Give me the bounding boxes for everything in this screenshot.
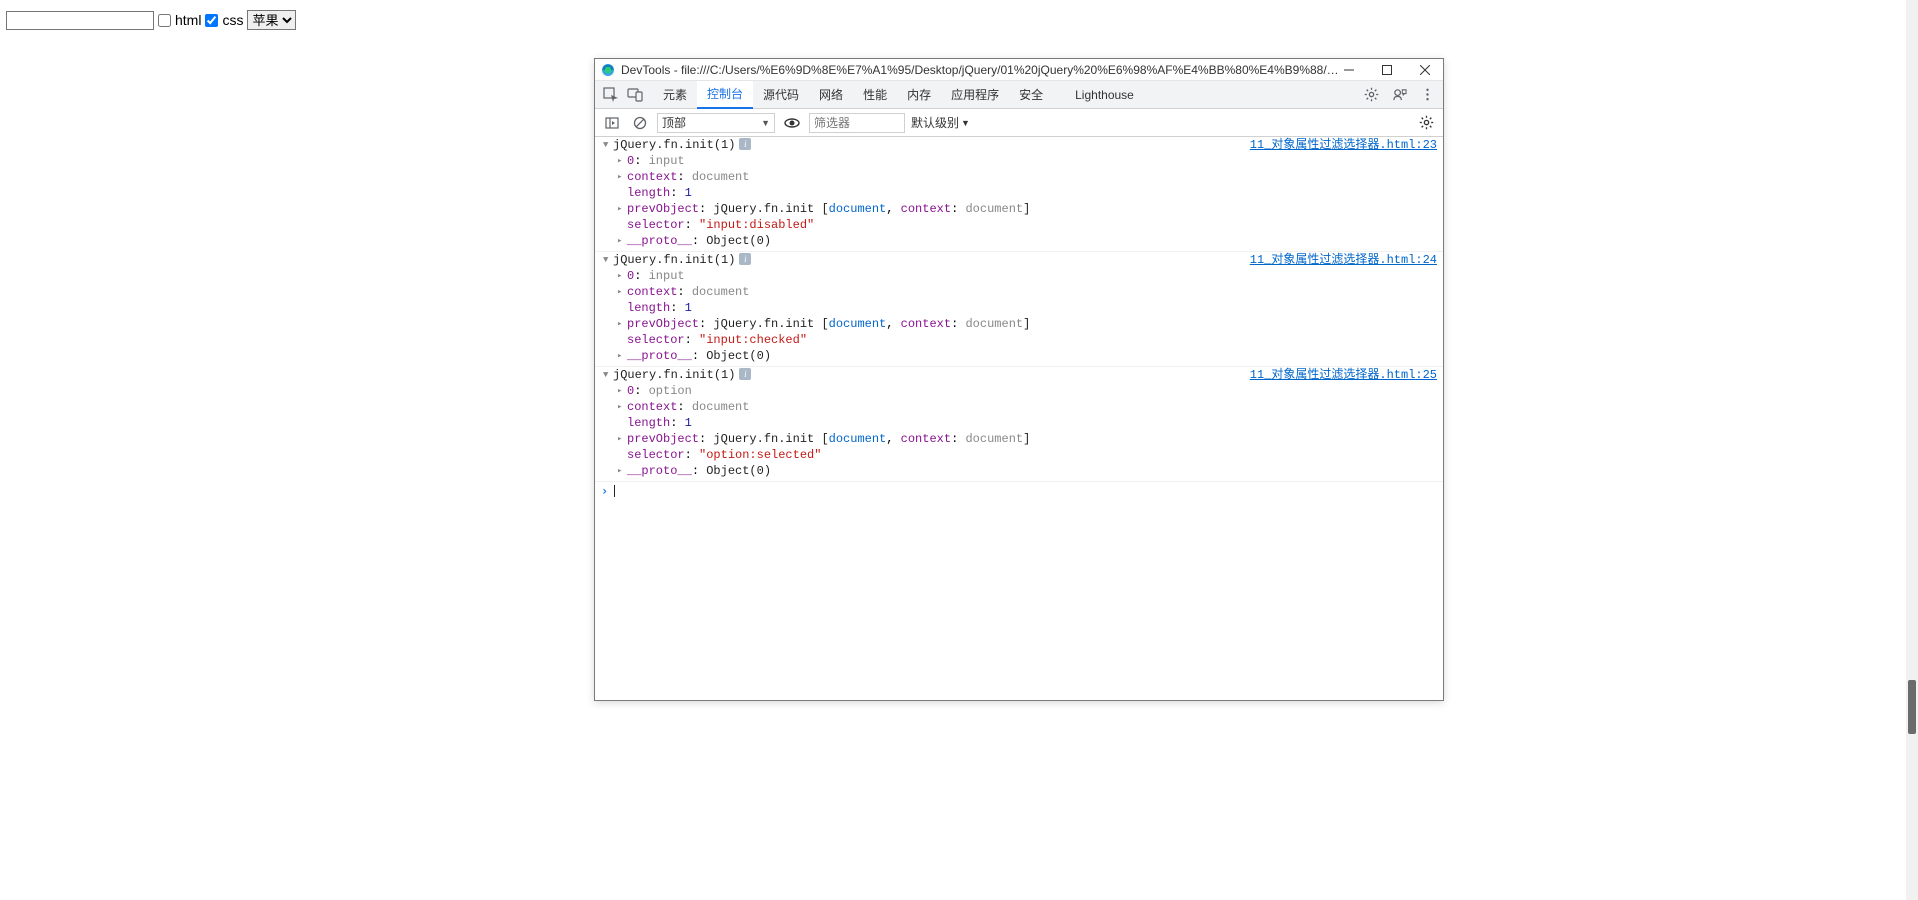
tab-console[interactable]: 控制台 — [697, 81, 753, 109]
expand-arrow-icon[interactable]: ▼ — [603, 368, 613, 382]
fruit-select[interactable]: 苹果 — [247, 10, 296, 30]
device-toggle-icon[interactable] — [623, 83, 647, 107]
console-log-group: ▼jQuery.fn.init(1)11_对象属性过滤选择器.html:24▸0… — [595, 252, 1443, 367]
info-badge-icon — [739, 368, 751, 380]
expand-arrow-icon[interactable]: ▸ — [617, 400, 627, 414]
console-toolbar: 顶部 ▼ 默认级别 ▼ — [595, 109, 1443, 137]
tab-sources[interactable]: 源代码 — [753, 81, 809, 109]
context-selector[interactable]: 顶部 ▼ — [657, 113, 775, 133]
source-link[interactable]: 11_对象属性过滤选择器.html:23 — [1240, 138, 1437, 152]
devtools-window: DevTools - file:///C:/Users/%E6%9D%8E%E7… — [594, 58, 1444, 701]
log-levels-dropdown[interactable]: 默认级别 ▼ — [911, 114, 970, 131]
devtools-title: DevTools - file:///C:/Users/%E6%9D%8E%E7… — [621, 63, 1341, 77]
console-output[interactable]: ▼jQuery.fn.init(1)11_对象属性过滤选择器.html:23▸0… — [595, 137, 1443, 700]
window-minimize-button[interactable] — [1341, 62, 1357, 78]
more-menu-icon[interactable] — [1415, 83, 1439, 107]
console-log-group: ▼jQuery.fn.init(1)11_对象属性过滤选择器.html:25▸0… — [595, 367, 1443, 482]
tab-lighthouse[interactable]: Lighthouse — [1065, 81, 1144, 109]
expand-arrow-icon[interactable]: ▸ — [617, 432, 627, 446]
log-header[interactable]: ▼jQuery.fn.init(1)11_对象属性过滤选择器.html:24 — [595, 252, 1443, 268]
log-property[interactable]: ▸0: option — [595, 383, 1443, 399]
tab-memory[interactable]: 内存 — [897, 81, 941, 109]
chevron-down-icon: ▼ — [961, 118, 970, 128]
checkbox-html[interactable] — [158, 14, 171, 27]
log-property[interactable]: ▸context: document — [595, 284, 1443, 300]
log-property[interactable]: ▸prevObject: jQuery.fn.init [document, c… — [595, 316, 1443, 332]
log-property[interactable]: ▸__proto__: Object(0) — [595, 463, 1443, 479]
clear-console-icon[interactable] — [629, 112, 651, 134]
log-property[interactable]: ▸__proto__: Object(0) — [595, 233, 1443, 249]
log-property[interactable]: selector: "input:checked" — [595, 332, 1443, 348]
expand-arrow-icon[interactable]: ▸ — [617, 269, 627, 283]
log-property[interactable]: ▸0: input — [595, 153, 1443, 169]
devtools-titlebar: DevTools - file:///C:/Users/%E6%9D%8E%E7… — [595, 59, 1443, 81]
log-property[interactable]: ▸context: document — [595, 169, 1443, 185]
log-property[interactable]: ▸0: input — [595, 268, 1443, 284]
expand-arrow-icon[interactable]: ▸ — [617, 285, 627, 299]
log-header[interactable]: ▼jQuery.fn.init(1)11_对象属性过滤选择器.html:25 — [595, 367, 1443, 383]
info-badge-icon — [739, 253, 751, 265]
window-maximize-button[interactable] — [1379, 62, 1395, 78]
checkbox-css[interactable] — [205, 14, 218, 27]
log-property[interactable]: ▸prevObject: jQuery.fn.init [document, c… — [595, 201, 1443, 217]
checkbox-html-label: html — [175, 12, 201, 28]
expand-arrow-icon[interactable]: ▸ — [617, 464, 627, 478]
expand-arrow-icon[interactable]: ▸ — [617, 154, 627, 168]
log-property[interactable]: ▸__proto__: Object(0) — [595, 348, 1443, 364]
inspect-element-icon[interactable] — [599, 83, 623, 107]
log-property[interactable]: length: 1 — [595, 185, 1443, 201]
log-property[interactable]: ▸context: document — [595, 399, 1443, 415]
console-settings-gear-icon[interactable] — [1415, 112, 1437, 134]
window-close-button[interactable] — [1417, 62, 1433, 78]
source-link[interactable]: 11_对象属性过滤选择器.html:25 — [1240, 368, 1437, 382]
edge-icon — [601, 63, 615, 77]
log-property[interactable]: selector: "option:selected" — [595, 447, 1443, 463]
page-scrollbar[interactable] — [1906, 0, 1918, 900]
expand-arrow-icon[interactable]: ▸ — [617, 349, 627, 363]
expand-arrow-icon[interactable]: ▼ — [603, 138, 613, 152]
tab-network[interactable]: 网络 — [809, 81, 853, 109]
scrollbar-thumb[interactable] — [1908, 680, 1916, 734]
expand-arrow-icon[interactable]: ▸ — [617, 170, 627, 184]
log-property[interactable]: length: 1 — [595, 300, 1443, 316]
log-property[interactable]: selector: "input:disabled" — [595, 217, 1443, 233]
prompt-arrow-icon: › — [601, 484, 608, 498]
tab-application[interactable]: 应用程序 — [941, 81, 1009, 109]
console-prompt[interactable]: › — [595, 482, 1443, 500]
page-body: html css 苹果 — [6, 10, 296, 30]
console-log-group: ▼jQuery.fn.init(1)11_对象属性过滤选择器.html:23▸0… — [595, 137, 1443, 252]
info-badge-icon — [739, 138, 751, 150]
expand-arrow-icon[interactable]: ▼ — [603, 253, 613, 267]
tab-elements[interactable]: 元素 — [653, 81, 697, 109]
toggle-sidebar-icon[interactable] — [601, 112, 623, 134]
devtools-tabs: 元素 控制台 源代码 网络 性能 内存 应用程序 安全 Lighthouse — [595, 81, 1443, 109]
live-expression-icon[interactable] — [781, 112, 803, 134]
log-property[interactable]: length: 1 — [595, 415, 1443, 431]
tab-security[interactable]: 安全 — [1009, 81, 1053, 109]
tab-performance[interactable]: 性能 — [853, 81, 897, 109]
expand-arrow-icon[interactable]: ▸ — [617, 202, 627, 216]
expand-arrow-icon[interactable]: ▸ — [617, 317, 627, 331]
settings-gear-icon[interactable] — [1359, 83, 1383, 107]
log-header[interactable]: ▼jQuery.fn.init(1)11_对象属性过滤选择器.html:23 — [595, 137, 1443, 153]
text-caret — [614, 485, 615, 497]
feedback-icon[interactable] — [1387, 83, 1411, 107]
text-input[interactable] — [6, 11, 154, 30]
log-property[interactable]: ▸prevObject: jQuery.fn.init [document, c… — [595, 431, 1443, 447]
expand-arrow-icon[interactable]: ▸ — [617, 234, 627, 248]
source-link[interactable]: 11_对象属性过滤选择器.html:24 — [1240, 253, 1437, 267]
expand-arrow-icon[interactable]: ▸ — [617, 384, 627, 398]
filter-input[interactable] — [809, 113, 905, 133]
chevron-down-icon: ▼ — [761, 118, 770, 128]
checkbox-css-label: css — [222, 12, 243, 28]
